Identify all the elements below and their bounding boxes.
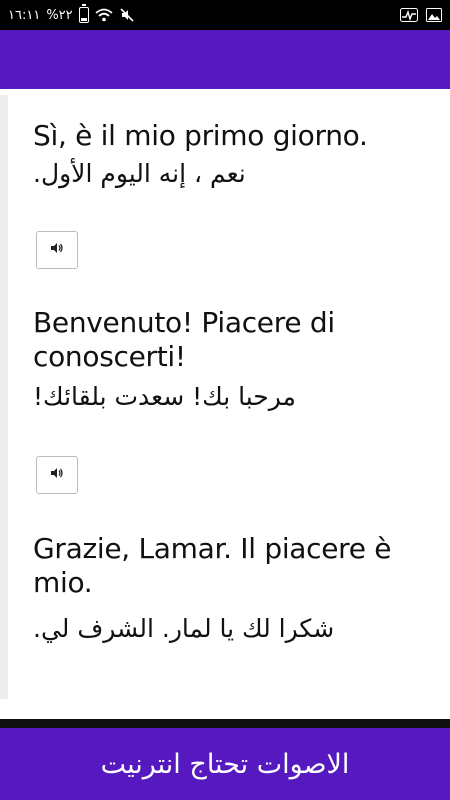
arabic-translation: نعم ، إنه اليوم الأول. <box>33 159 246 188</box>
status-bar-left: ١٦:١١ %٢٢ <box>8 0 135 30</box>
phrase-card: Benvenuto! Piacere di conoscerti! مرحبا … <box>33 306 413 494</box>
app-bar <box>0 30 450 89</box>
wifi-icon <box>95 8 113 22</box>
speaker-icon <box>50 241 64 259</box>
italian-phrase: Benvenuto! Piacere di conoscerti! <box>33 306 335 373</box>
status-bar: ١٦:١١ %٢٢ <box>0 0 450 30</box>
battery-icon <box>78 4 89 23</box>
italian-phrase: Grazie, Lamar. Il piacere è mio. <box>33 532 392 599</box>
banner-divider <box>0 719 450 728</box>
bottom-banner: الاصوات تحتاج انترنيت <box>0 728 450 800</box>
scroll-rail <box>0 95 8 699</box>
speaker-icon <box>50 466 64 484</box>
banner-text: الاصوات تحتاج انترنيت <box>100 748 350 780</box>
clock: ١٦:١١ <box>8 7 41 23</box>
arabic-translation: مرحبا بك! سعدت بلقائك! <box>33 382 296 411</box>
phrase-card: Sì, è il mio primo giorno. نعم ، إنه الي… <box>33 119 413 269</box>
mute-icon <box>119 7 135 23</box>
battery-percent: %٢٢ <box>46 7 73 23</box>
image-icon <box>426 8 442 22</box>
italian-phrase: Sì, è il mio primo giorno. <box>33 119 368 152</box>
activity-icon <box>400 8 418 22</box>
play-sound-button[interactable] <box>36 456 78 494</box>
play-sound-button[interactable] <box>36 231 78 269</box>
status-bar-right <box>400 0 442 30</box>
phrase-list[interactable]: Sì, è il mio primo giorno. نعم ، إنه الي… <box>0 89 450 719</box>
phrase-card: Grazie, Lamar. Il piacere è mio. شكرا لك… <box>33 532 413 646</box>
arabic-translation: شكرا لك يا لمار. الشرف لي. <box>33 614 335 643</box>
